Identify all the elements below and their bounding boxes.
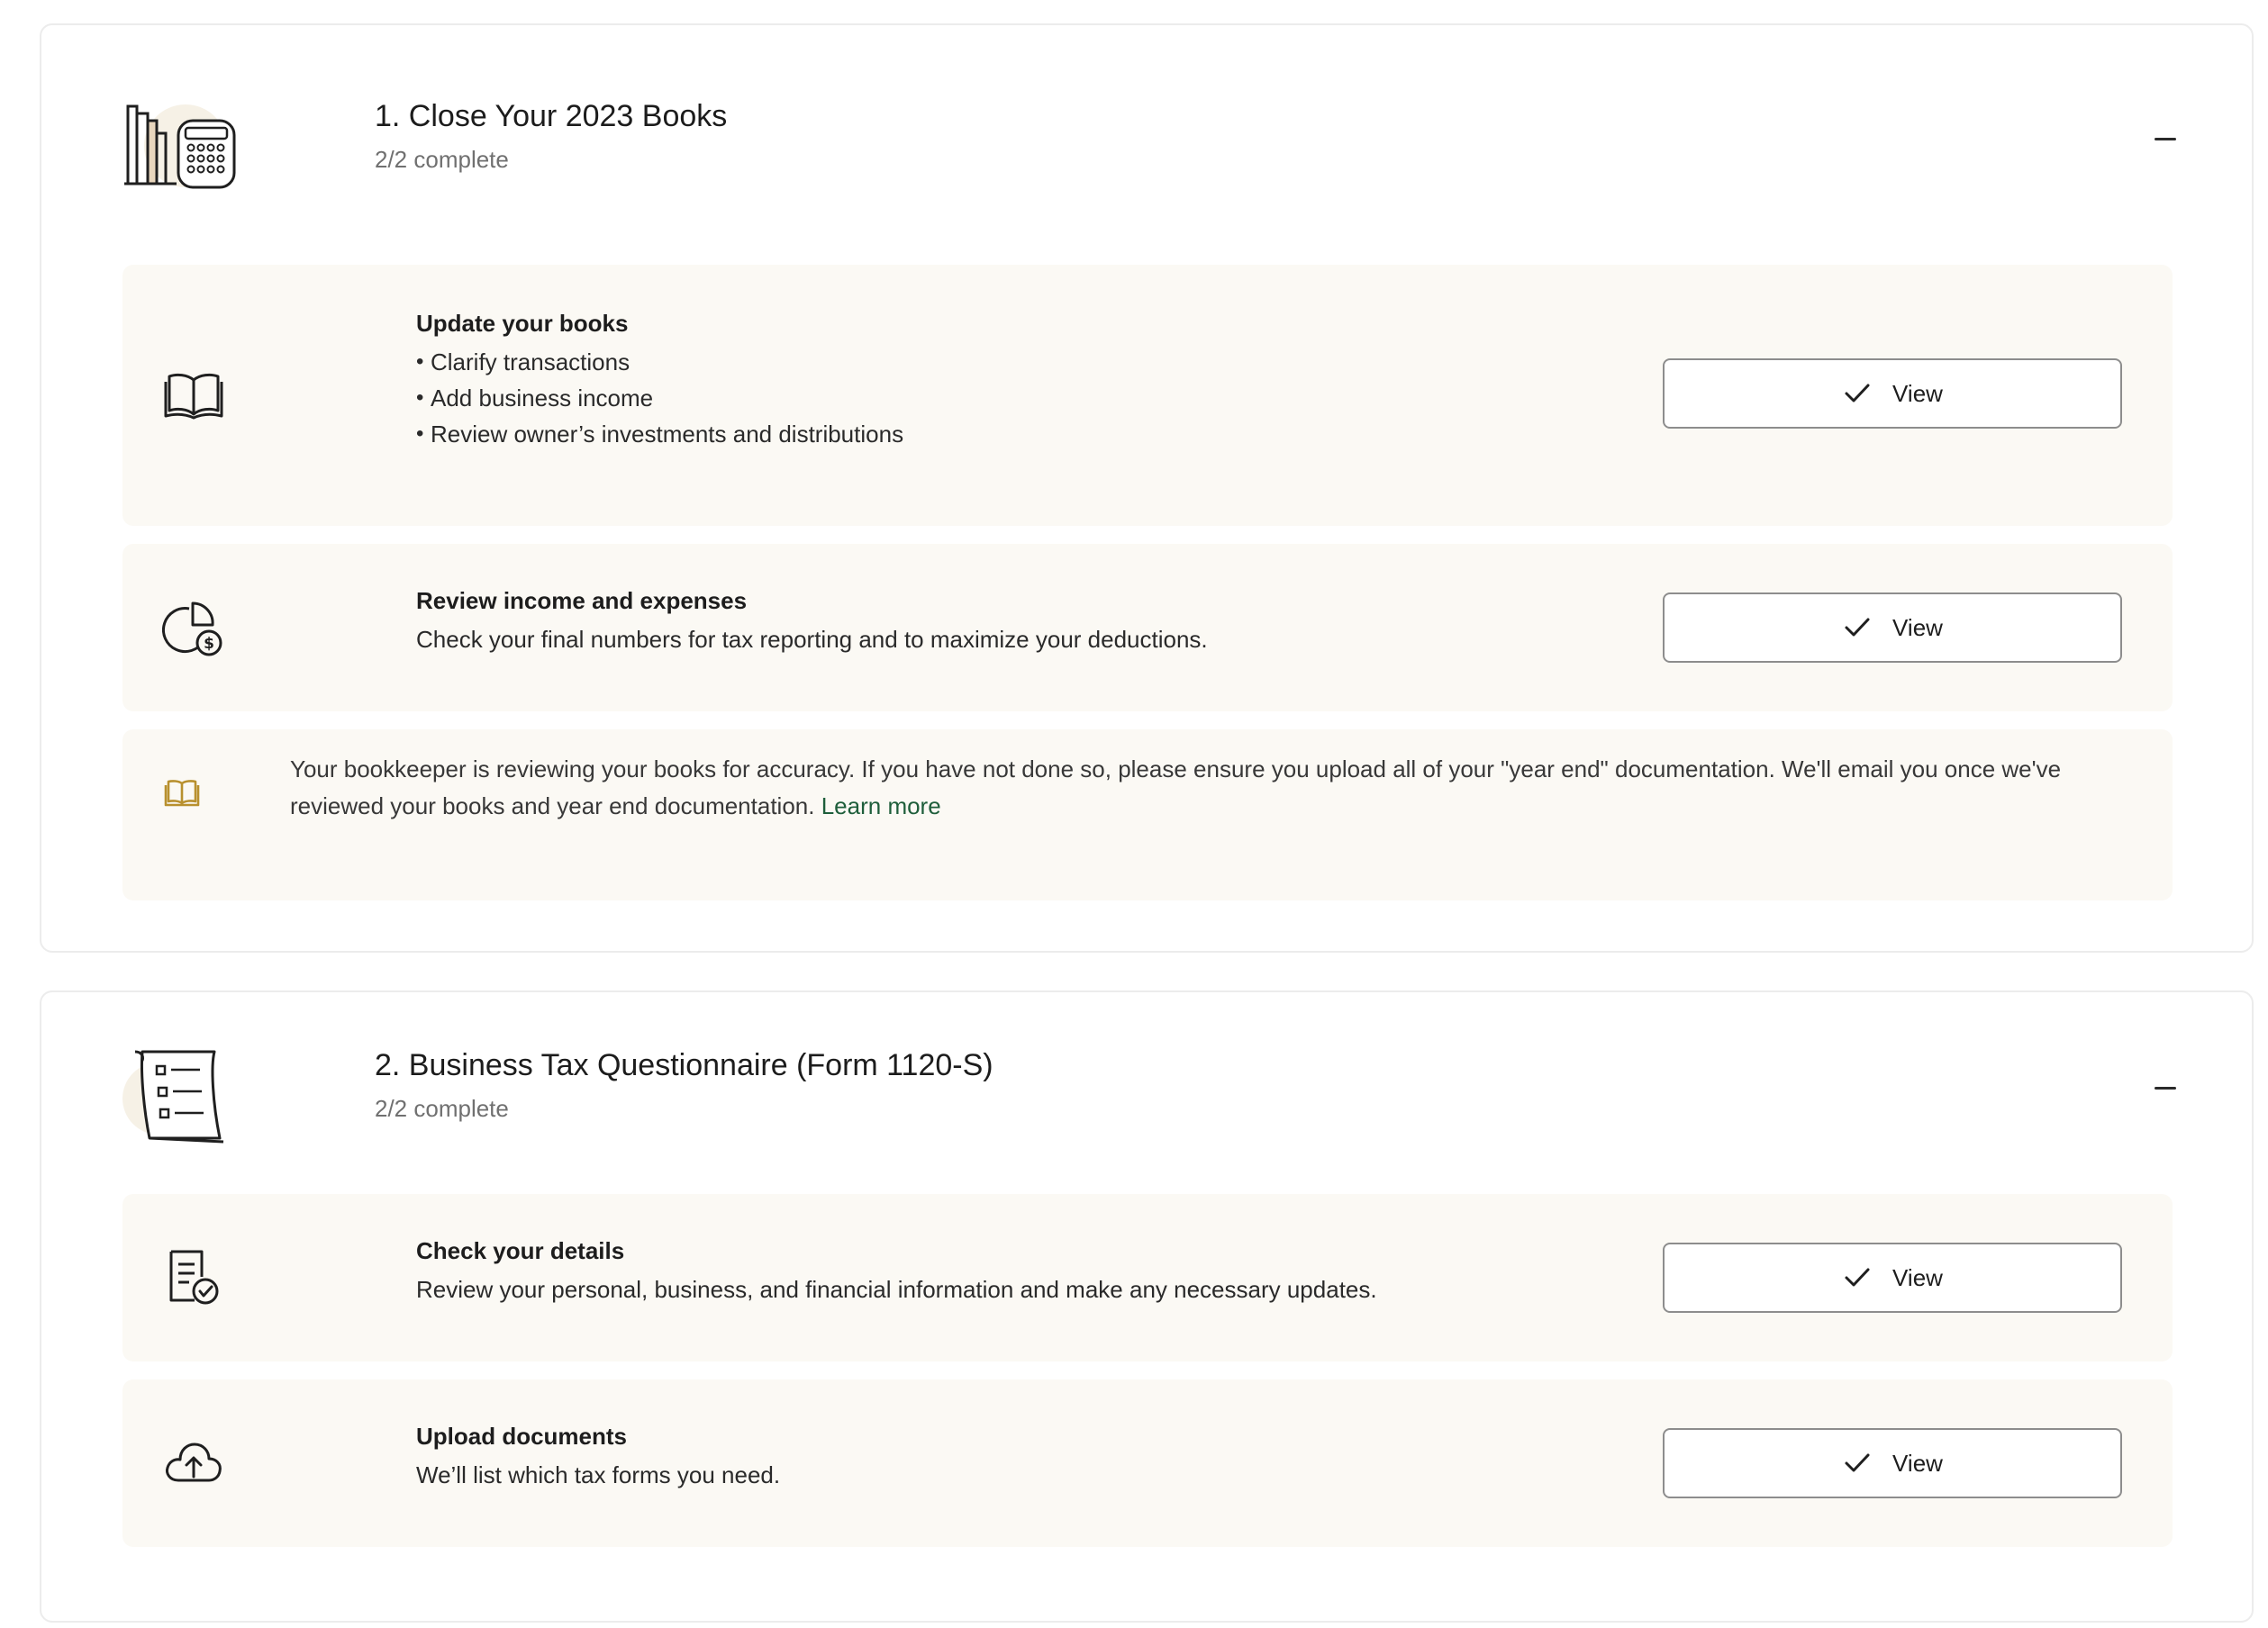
task-content: Upload documents We’ll list which tax fo…: [416, 1421, 1632, 1493]
task-content: Check your details Review your personal,…: [416, 1235, 1632, 1307]
document-check-icon: [169, 1250, 219, 1305]
task-card-check-details: Check your details Review your personal,…: [122, 1194, 2173, 1361]
task-title: Update your books: [416, 310, 629, 337]
view-button-upload-documents[interactable]: View: [1663, 1428, 2122, 1498]
task-title: Check your details: [416, 1237, 625, 1264]
view-button-label: View: [1892, 1449, 1943, 1477]
learn-more-link[interactable]: Learn more: [821, 792, 941, 819]
svg-text:$: $: [204, 635, 214, 653]
checkmark-icon: [1845, 384, 1870, 402]
list-item: Clarify transactions: [416, 344, 1632, 380]
task-content: Update your books Clarify transactions A…: [416, 308, 1632, 452]
task-card-review-income: $ Review income and expenses Check your …: [122, 544, 2173, 711]
list-item: Add business income: [416, 380, 1632, 416]
section-close-books: 1. Close Your 2023 Books 2/2 complete Up…: [40, 23, 2254, 953]
notice-text: Your bookkeeper is reviewing your books …: [290, 751, 2091, 825]
task-content: Review income and expenses Check your fi…: [416, 585, 1632, 657]
section-title: 2. Business Tax Questionnaire (Form 1120…: [375, 1048, 993, 1082]
open-book-icon: [164, 373, 223, 420]
books-calculator-icon: [124, 104, 236, 189]
checklist-scroll-icon: [122, 1050, 224, 1144]
task-description: We’ll list which tax forms you need.: [416, 1461, 781, 1488]
collapse-button[interactable]: [2147, 121, 2183, 157]
view-button-label: View: [1892, 613, 1943, 641]
section-business-tax-questionnaire: 2. Business Tax Questionnaire (Form 1120…: [40, 990, 2254, 1623]
section-progress: 2/2 complete: [375, 146, 509, 173]
task-card-upload-documents: Upload documents We’ll list which tax fo…: [122, 1379, 2173, 1547]
book-icon: [164, 780, 200, 807]
notice-message: Your bookkeeper is reviewing your books …: [290, 755, 2062, 819]
view-button-label: View: [1892, 1263, 1943, 1291]
task-description: Review your personal, business, and fina…: [416, 1276, 1377, 1303]
view-button-review-income[interactable]: View: [1663, 592, 2122, 663]
cloud-upload-icon: [166, 1443, 222, 1482]
collapse-button[interactable]: [2147, 1070, 2183, 1106]
view-button-label: View: [1892, 379, 1943, 407]
section-title: 1. Close Your 2023 Books: [375, 99, 728, 133]
view-button-update-books[interactable]: View: [1663, 358, 2122, 429]
task-description: Check your final numbers for tax reporti…: [416, 626, 1208, 653]
pie-chart-dollar-icon: $: [162, 601, 222, 656]
bookkeeper-notice: Your bookkeeper is reviewing your books …: [122, 729, 2173, 900]
list-item: Review owner’s investments and distribut…: [416, 416, 1632, 452]
checkmark-icon: [1845, 1453, 1870, 1472]
checkmark-icon: [1845, 618, 1870, 637]
task-card-update-books: Update your books Clarify transactions A…: [122, 265, 2173, 526]
task-title: Upload documents: [416, 1423, 628, 1450]
checkmark-icon: [1845, 1268, 1870, 1287]
section-progress: 2/2 complete: [375, 1095, 509, 1122]
task-bullet-list: Clarify transactions Add business income…: [416, 344, 1632, 452]
task-title: Review income and expenses: [416, 587, 748, 614]
view-button-check-details[interactable]: View: [1663, 1243, 2122, 1313]
